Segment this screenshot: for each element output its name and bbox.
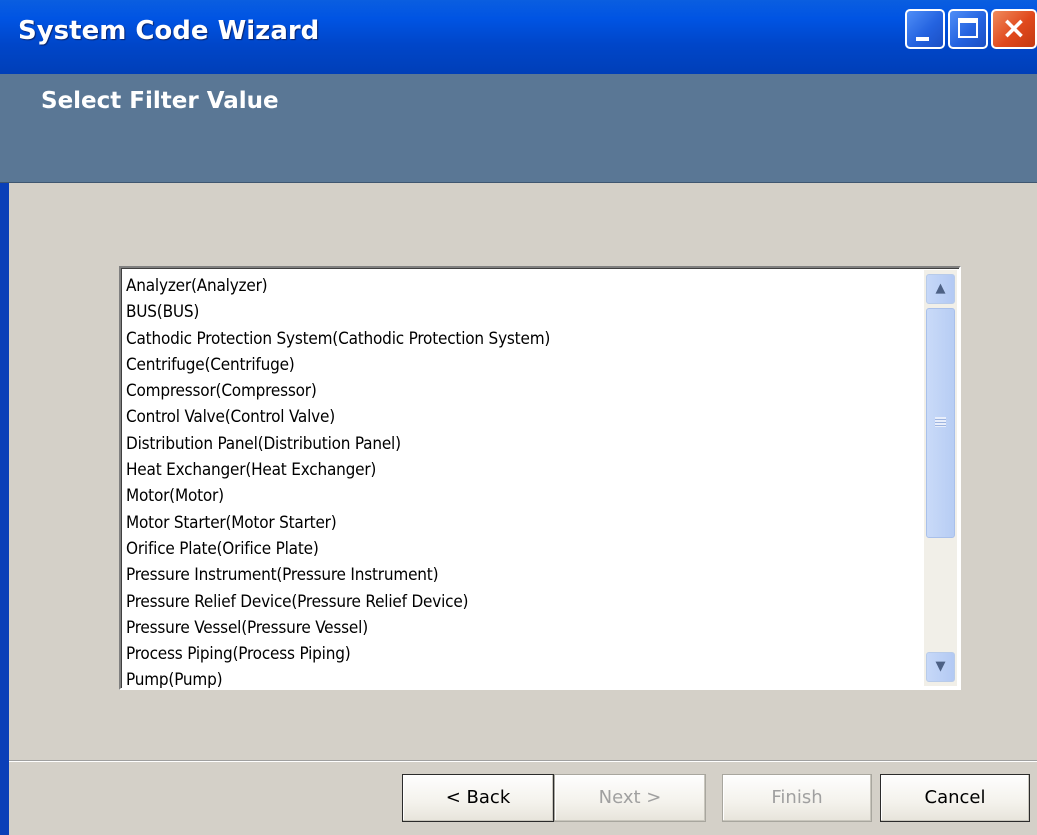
chevron-down-icon: ▼ [935,659,946,674]
list-item[interactable]: Heat Exchanger(Heat Exchanger) [126,457,926,483]
filter-value-listbox[interactable]: Analyzer(Analyzer) BUS(BUS) Cathodic Prote… [119,266,961,690]
back-button[interactable]: < Back [402,774,554,822]
list-item[interactable]: Pump(Pump) [126,667,926,688]
list-item[interactable]: Pressure Relief Device(Pressure Relief D… [126,589,926,615]
window-title: System Code Wizard [18,16,320,46]
list-item[interactable]: BUS(BUS) [126,299,926,325]
close-icon: × [1001,11,1027,46]
close-button[interactable]: × [991,9,1037,49]
scrollbar-thumb[interactable] [926,308,955,538]
list-item[interactable]: Pressure Vessel(Pressure Vessel) [126,615,926,641]
chevron-up-icon: ▲ [935,281,946,296]
list-item[interactable]: Process Piping(Process Piping) [126,641,926,667]
list-item[interactable]: Control Valve(Control Valve) [126,404,926,430]
list-item[interactable]: Motor Starter(Motor Starter) [126,510,926,536]
minimize-button[interactable] [905,9,945,49]
vertical-scrollbar[interactable]: ▲ ▼ [924,270,957,686]
cancel-button[interactable]: Cancel [880,774,1030,822]
list-item[interactable]: Cathodic Protection System(Cathodic Prot… [126,326,926,352]
list-item[interactable]: Compressor(Compressor) [126,378,926,404]
list-item[interactable]: Motor(Motor) [126,483,926,509]
list-item[interactable]: Pressure Instrument(Pressure Instrument) [126,562,926,588]
page-title: Select Filter Value [41,88,279,114]
title-bar[interactable]: System Code Wizard × [0,0,1037,75]
grip-icon [935,417,946,427]
footer-divider [9,760,1037,762]
minimize-icon [916,37,929,41]
maximize-button[interactable] [948,9,988,49]
list-item[interactable]: Distribution Panel(Distribution Panel) [126,431,926,457]
list-item[interactable]: Centrifuge(Centrifuge) [126,352,926,378]
scroll-up-button[interactable]: ▲ [926,274,955,304]
scroll-down-button[interactable]: ▼ [926,652,955,682]
window-left-border [0,74,9,835]
next-button[interactable]: Next > [554,774,706,822]
list-item[interactable]: Orifice Plate(Orifice Plate) [126,536,926,562]
list-items: Analyzer(Analyzer) BUS(BUS) Cathodic Prote… [126,273,926,688]
list-item[interactable]: Analyzer(Analyzer) [126,273,926,299]
maximize-icon [958,18,978,38]
wizard-window: System Code Wizard × Select Filter Value… [0,0,1037,835]
finish-button[interactable]: Finish [722,774,872,822]
